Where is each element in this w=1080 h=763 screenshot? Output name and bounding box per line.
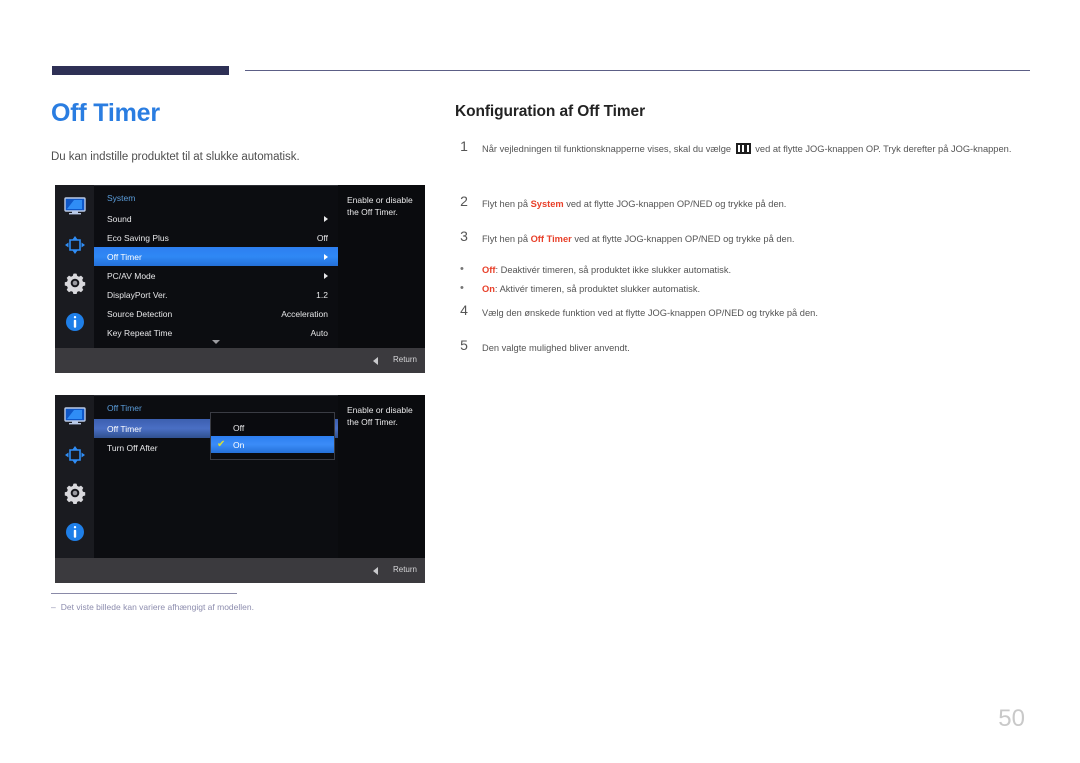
step-number: 5 — [460, 337, 468, 353]
return-arrow-icon — [373, 357, 378, 365]
monitor-icon[interactable] — [62, 193, 88, 219]
scroll-down-caret-icon[interactable] — [212, 340, 220, 344]
footnote-divider — [51, 593, 237, 594]
osd-screenshot-off-timer-menu: Off Timer Off Timer Turn Off After Off ✔… — [55, 395, 425, 583]
page-title: Off Timer — [51, 99, 160, 127]
osd1-body: System Sound Eco Saving Plus Off Off Tim… — [55, 185, 425, 348]
osd2-off-timer-dropdown: Off ✔ On — [210, 412, 335, 460]
step-2-pre: Flyt hen på — [482, 199, 531, 209]
osd1-menu-panel: System Sound Eco Saving Plus Off Off Tim… — [94, 185, 338, 348]
osd2-body: Off Timer Off Timer Turn Off After Off ✔… — [55, 395, 425, 558]
osd1-row-eco-saving-plus[interactable]: Eco Saving Plus Off — [94, 228, 338, 247]
bullet-on-text: : Aktivér timeren, så produktet slukker … — [494, 284, 701, 294]
osd1-row-value: Acceleration — [281, 308, 328, 319]
info-icon[interactable] — [62, 309, 88, 335]
osd1-row-source-detection[interactable]: Source Detection Acceleration — [94, 304, 338, 323]
step-number: 4 — [460, 302, 468, 318]
osd2-section-title: Off Timer — [107, 403, 142, 413]
step-number: 3 — [460, 228, 468, 244]
bullet-text: On: Aktivér timeren, så produktet slukke… — [482, 282, 1030, 297]
header-accent-bar — [52, 66, 229, 75]
step-text: Flyt hen på Off Timer ved at flytte JOG-… — [482, 232, 1030, 247]
osd1-row-label: Sound — [107, 213, 132, 224]
osd1-row-pc-av-mode[interactable]: PC/AV Mode — [94, 266, 338, 285]
osd1-row-label: Key Repeat Time — [107, 327, 173, 338]
osd1-row-label: Off Timer — [107, 251, 142, 262]
bullet-on: • On: Aktivér timeren, så produktet sluk… — [455, 282, 1030, 297]
monitor-icon[interactable] — [62, 403, 88, 429]
footnote-dash: ‒ — [51, 602, 56, 612]
intro-paragraph: Du kan indstille produktet til at slukke… — [51, 151, 300, 163]
step-1-pre: Når vejledningen til funktionsknapperne … — [482, 144, 734, 154]
osd1-row-value: Off — [316, 232, 328, 243]
chevron-right-icon — [324, 253, 328, 260]
section-heading: Konfiguration af Off Timer — [455, 103, 645, 120]
step-number: 1 — [460, 138, 468, 154]
osd2-return-label[interactable]: Return — [393, 565, 417, 574]
step-1: 1 Når vejledningen til funktionsknappern… — [455, 138, 1030, 157]
step-text: Den valgte mulighed bliver anvendt. — [482, 343, 630, 353]
osd1-row-value: 1.2 — [316, 289, 328, 300]
osd2-dropdown-option-off[interactable]: Off — [211, 419, 334, 436]
osd1-footer: Return — [55, 348, 425, 373]
step-5: 5 Den valgte mulighed bliver anvendt. — [455, 337, 1030, 356]
bullet-text: Off: Deaktivér timeren, så produktet ikk… — [482, 263, 1030, 278]
header-divider-line — [245, 70, 1030, 71]
osd1-help-text: Enable or disable the Off Timer. — [338, 185, 425, 348]
info-icon[interactable] — [62, 519, 88, 545]
step-3-highlight: Off Timer — [530, 234, 572, 244]
osd1-row-off-timer[interactable]: Off Timer — [94, 247, 338, 266]
step-3-post: ved at flytte JOG-knappen OP/NED og tryk… — [571, 234, 795, 244]
bullet-off: • Off: Deaktivér timeren, så produktet i… — [455, 263, 1030, 278]
osd1-row-label: PC/AV Mode — [107, 270, 156, 281]
osd1-icon-rail — [55, 185, 94, 348]
picture-adjust-icon[interactable] — [62, 232, 88, 258]
step-2-highlight: System — [530, 199, 564, 209]
osd2-menu-panel: Off Timer Off Timer Turn Off After Off ✔… — [94, 395, 338, 558]
step-2-post: ved at flytte JOG-knappen OP/NED og tryk… — [563, 199, 787, 209]
footnote-text: Det viste billede kan variere afhængigt … — [60, 602, 254, 612]
osd1-row-label: Source Detection — [107, 308, 173, 319]
step-text: Når vejledningen til funktionsknapperne … — [482, 142, 1030, 157]
osd2-dropdown-label: On — [233, 439, 245, 450]
gear-icon[interactable] — [62, 271, 88, 297]
gear-icon[interactable] — [62, 481, 88, 507]
page-number: 50 — [998, 705, 1025, 732]
osd1-row-label: DisplayPort Ver. — [107, 289, 168, 300]
step-text: Flyt hen på System ved at flytte JOG-kna… — [482, 197, 1030, 212]
picture-adjust-icon[interactable] — [62, 442, 88, 468]
footnote: ‒ Det viste billede kan variere afhængigt… — [51, 602, 254, 612]
bullet-off-text: : Deaktivér timeren, så produktet ikke s… — [495, 265, 732, 275]
osd1-section-title: System — [107, 193, 136, 203]
osd1-row-label: Eco Saving Plus — [107, 232, 169, 243]
step-2: 2 Flyt hen på System ved at flytte JOG-k… — [455, 193, 1030, 212]
bullet-on-highlight: On — [482, 284, 495, 294]
osd-screenshot-system-menu: System Sound Eco Saving Plus Off Off Tim… — [55, 185, 425, 373]
osd2-dropdown-option-on[interactable]: ✔ On — [211, 436, 334, 453]
jog-menu-icon — [735, 143, 751, 154]
bullet-dot: • — [460, 263, 464, 275]
osd1-row-value: Auto — [310, 327, 329, 338]
bullet-dot: • — [460, 282, 464, 294]
osd1-row-sound[interactable]: Sound — [94, 209, 338, 228]
osd2-dropdown-label: Off — [233, 422, 245, 433]
osd2-icon-rail — [55, 395, 94, 558]
osd2-help-text: Enable or disable the Off Timer. — [338, 395, 425, 558]
osd1-row-displayport-ver[interactable]: DisplayPort Ver. 1.2 — [94, 285, 338, 304]
chevron-right-icon — [324, 272, 328, 279]
osd1-menu-list: Sound Eco Saving Plus Off Off Timer PC/A… — [94, 209, 338, 342]
step-3-pre: Flyt hen på — [482, 234, 531, 244]
osd1-return-label[interactable]: Return — [393, 355, 417, 364]
step-number: 2 — [460, 193, 468, 209]
check-icon: ✔ — [217, 438, 226, 450]
step-1-post: ved at flytte JOG-knappen OP. Tryk deref… — [752, 144, 1012, 154]
chevron-right-icon — [324, 215, 328, 222]
step-4: 4 Vælg den ønskede funktion ved at flytt… — [455, 302, 1030, 321]
bullet-off-highlight: Off — [482, 265, 496, 275]
step-3: 3 Flyt hen på Off Timer ved at flytte JO… — [455, 228, 1030, 247]
osd2-footer: Return — [55, 558, 425, 583]
return-arrow-icon — [373, 567, 378, 575]
step-text: Vælg den ønskede funktion ved at flytte … — [482, 308, 818, 318]
